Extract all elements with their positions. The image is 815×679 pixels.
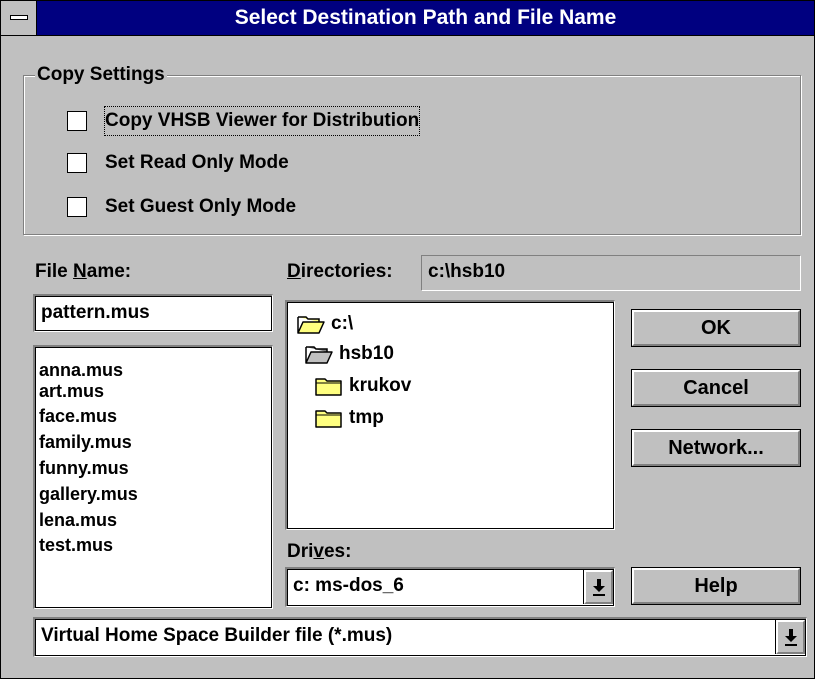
system-menu-icon bbox=[10, 15, 28, 20]
dialog-title: Select Destination Path and File Name bbox=[234, 6, 617, 29]
list-item[interactable]: face.mus bbox=[39, 405, 117, 427]
list-item[interactable]: test.mus bbox=[39, 534, 113, 556]
help-button[interactable]: Help bbox=[631, 567, 801, 605]
list-item[interactable]: funny.mus bbox=[39, 457, 129, 479]
drives-label: Drives: bbox=[287, 541, 352, 562]
network-button[interactable]: Network... bbox=[631, 429, 801, 467]
dialog-window: Select Destination Path and File Name Co… bbox=[0, 0, 815, 679]
open-folder-icon bbox=[305, 346, 333, 364]
list-item[interactable]: anna.mus bbox=[39, 359, 123, 381]
file-type-dropdown-button[interactable] bbox=[775, 620, 805, 654]
guest-only-checkbox[interactable] bbox=[67, 197, 87, 217]
read-only-label[interactable]: Set Read Only Mode bbox=[105, 149, 289, 177]
file-name-input[interactable]: pattern.mus bbox=[33, 294, 273, 332]
file-list[interactable]: anna.mus art.mus face.mus family.mus fun… bbox=[33, 345, 273, 609]
cancel-button[interactable]: Cancel bbox=[631, 369, 801, 407]
file-name-value: pattern.mus bbox=[41, 302, 150, 323]
copy-settings-label: Copy Settings bbox=[35, 63, 167, 87]
chevron-down-icon bbox=[592, 579, 605, 596]
ok-button[interactable]: OK bbox=[631, 309, 801, 347]
copy-viewer-checkbox[interactable] bbox=[67, 111, 87, 131]
drives-dropdown[interactable]: c: ms-dos_6 bbox=[285, 567, 615, 607]
directory-tree[interactable]: c:\ hsb10 krukov tmp bbox=[285, 300, 615, 530]
current-directory-path: c:\hsb10 bbox=[421, 255, 801, 291]
list-item[interactable]: gallery.mus bbox=[39, 483, 138, 505]
list-item[interactable]: lena.mus bbox=[39, 509, 117, 531]
copy-viewer-label[interactable]: Copy VHSB Viewer for Distribution bbox=[103, 106, 421, 136]
directories-label: Directories: bbox=[287, 261, 393, 282]
list-item[interactable]: art.mus bbox=[39, 380, 104, 402]
read-only-checkbox[interactable] bbox=[67, 153, 87, 173]
list-item[interactable]: family.mus bbox=[39, 431, 132, 453]
chevron-down-icon bbox=[784, 629, 797, 646]
guest-only-label[interactable]: Set Guest Only Mode bbox=[105, 193, 296, 221]
drives-value: c: ms-dos_6 bbox=[293, 575, 404, 596]
closed-folder-icon bbox=[315, 410, 342, 428]
drives-dropdown-button[interactable] bbox=[583, 570, 613, 604]
file-type-dropdown[interactable]: Virtual Home Space Builder file (*.mus) bbox=[33, 617, 807, 657]
open-folder-icon bbox=[297, 316, 325, 334]
closed-folder-icon bbox=[315, 378, 342, 396]
file-type-value: Virtual Home Space Builder file (*.mus) bbox=[41, 625, 393, 646]
title-bar[interactable]: Select Destination Path and File Name bbox=[1, 1, 814, 36]
file-name-label: File Name: bbox=[35, 261, 132, 282]
system-menu-button[interactable] bbox=[1, 1, 37, 35]
